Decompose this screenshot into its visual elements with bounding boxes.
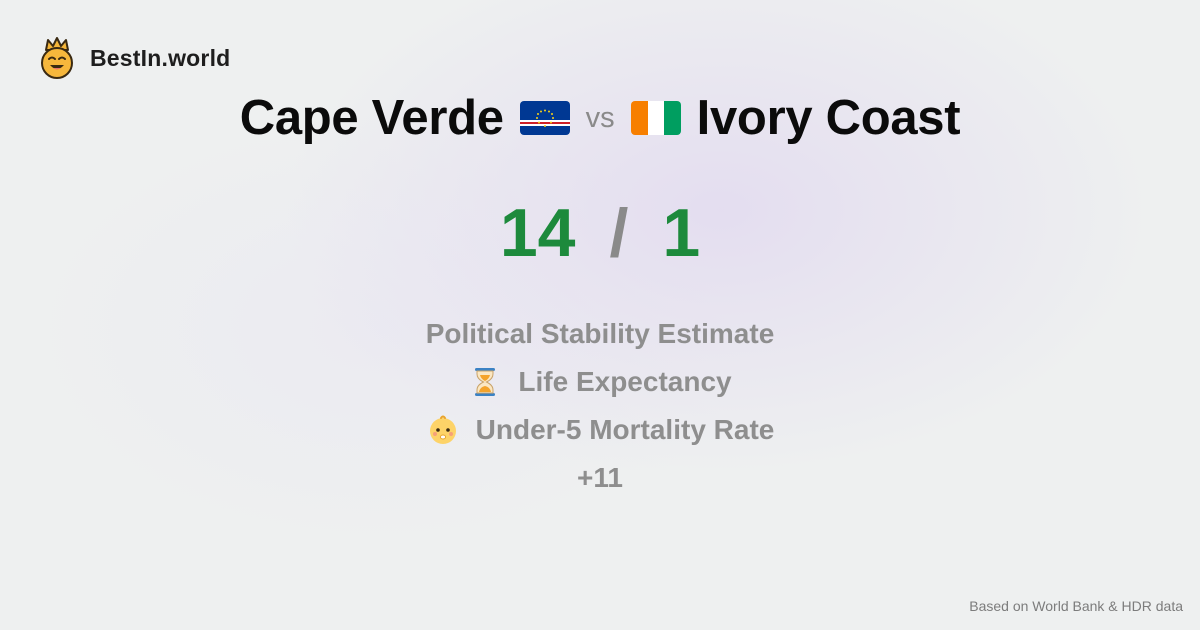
metric-label: Life Expectancy <box>518 366 732 397</box>
brand-name: BestIn.world <box>90 44 231 71</box>
baby-icon <box>429 415 456 444</box>
score-country-b: 1 <box>662 195 701 271</box>
metric-life-expectancy[interactable]: Life Expectancy <box>468 358 732 406</box>
crown-smiley-icon <box>41 37 73 79</box>
metric-under5-mortality[interactable]: Under-5 Mortality Rate <box>426 406 775 454</box>
metric-label: Under-5 Mortality Rate <box>475 414 775 445</box>
cape-verde-flag-icon <box>519 101 570 135</box>
brand[interactable]: BestIn.world <box>38 36 230 80</box>
hourglass-icon <box>475 368 496 396</box>
data-source-note: Based on World Bank & HDR data <box>969 598 1183 614</box>
metric-more-count[interactable]: +11 <box>577 454 623 502</box>
country-a-name[interactable]: Cape Verde <box>240 90 504 146</box>
score-country-a: 14 <box>499 195 576 271</box>
country-b-name[interactable]: Ivory Coast <box>697 90 961 146</box>
metric-label: Political Stability Estimate <box>425 318 775 349</box>
metric-political-stability[interactable]: Political Stability Estimate <box>426 310 775 358</box>
metrics-list: Political Stability Estimate Life Expect… <box>0 310 1200 502</box>
vs-label: vs <box>585 101 615 134</box>
comparison-title: Cape Verde vs Ivory Coast <box>0 88 1200 148</box>
ivory-coast-flag-icon <box>630 101 681 135</box>
metric-label: +11 <box>577 462 623 493</box>
score: 14 / 1 <box>0 192 1200 274</box>
score-separator: / <box>609 195 629 271</box>
